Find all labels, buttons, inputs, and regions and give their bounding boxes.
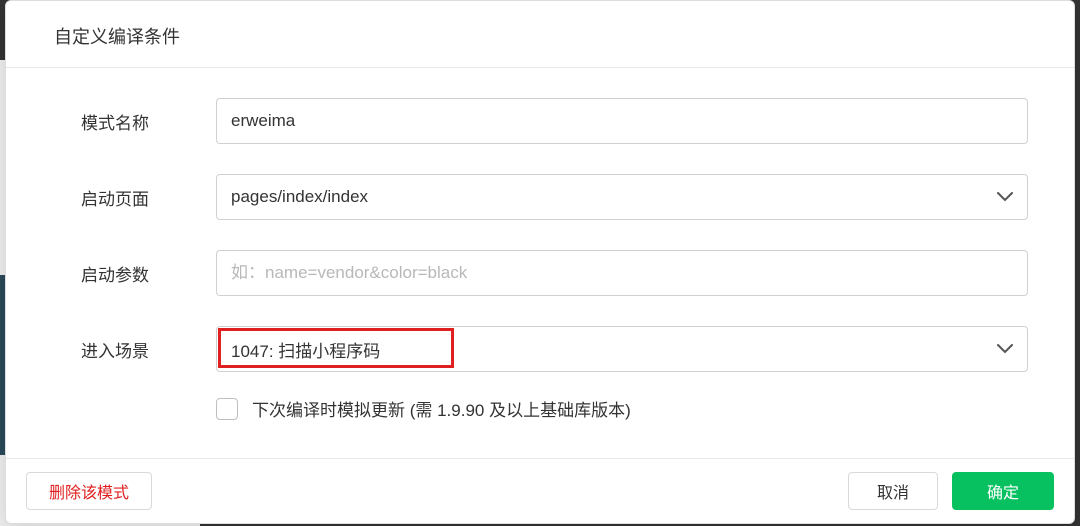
start-params-input[interactable] — [216, 250, 1028, 296]
confirm-button[interactable]: 确定 — [952, 472, 1054, 510]
dialog-body: 模式名称 启动页面 pages/index/index 启动参数 — [6, 68, 1074, 458]
start-page-label: 启动页面 — [81, 185, 216, 210]
mode-name-input[interactable] — [216, 98, 1028, 144]
simulate-update-row: 下次编译时模拟更新 (需 1.9.90 及以上基础库版本) — [216, 396, 1028, 421]
mode-name-row: 模式名称 — [81, 98, 1028, 144]
start-page-value: pages/index/index — [231, 187, 368, 207]
scene-label: 进入场景 — [81, 337, 216, 362]
cancel-button[interactable]: 取消 — [848, 472, 938, 510]
mode-name-label: 模式名称 — [81, 109, 216, 134]
scene-row: 进入场景 1047: 扫描小程序码 — [81, 326, 1028, 372]
simulate-update-label: 下次编译时模拟更新 (需 1.9.90 及以上基础库版本) — [252, 396, 631, 421]
delete-mode-button[interactable]: 删除该模式 — [26, 472, 152, 510]
dialog-title: 自定义编译条件 — [6, 1, 1074, 67]
simulate-update-checkbox[interactable] — [216, 398, 238, 420]
chevron-down-icon — [997, 192, 1013, 202]
dialog-footer: 删除该模式 取消 确定 — [6, 458, 1074, 523]
start-page-select[interactable]: pages/index/index — [216, 174, 1028, 220]
start-page-row: 启动页面 pages/index/index — [81, 174, 1028, 220]
start-params-label: 启动参数 — [81, 261, 216, 286]
compile-condition-dialog: 自定义编译条件 模式名称 启动页面 pages/index/index 启动参数 — [5, 0, 1075, 524]
scene-select[interactable]: 1047: 扫描小程序码 — [216, 326, 1028, 372]
start-params-row: 启动参数 — [81, 250, 1028, 296]
chevron-down-icon — [997, 344, 1013, 354]
scene-value: 1047: 扫描小程序码 — [231, 337, 380, 362]
